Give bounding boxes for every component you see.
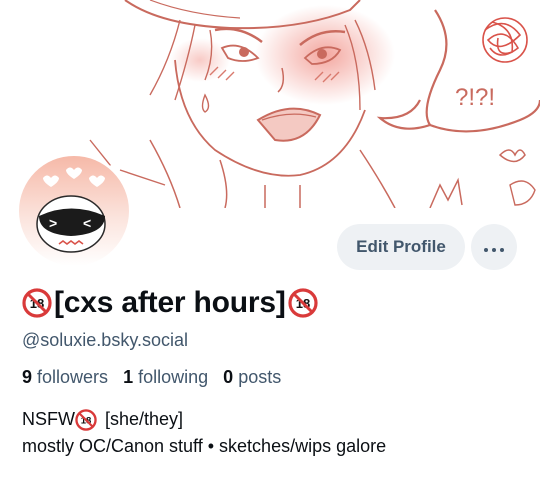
avatar[interactable]: > < [16, 153, 132, 269]
display-name: [cxs after hours] [54, 286, 286, 319]
avatar-image: > < [19, 156, 129, 266]
banner-doodle-text: ?!?! [455, 84, 495, 111]
svg-text:>: > [49, 215, 57, 231]
followers-label: followers [37, 367, 109, 387]
bio-line-2: mostly OC/Canon stuff • sketches/wips ga… [22, 436, 387, 456]
profile-stats: 9 followers 1 following 0 posts [22, 367, 291, 388]
bio-nsfw-text: NSFW [22, 409, 75, 429]
bio-pronouns: [she/they] [105, 409, 184, 429]
following-count: 1 [123, 367, 134, 387]
followers-stat[interactable]: 9 followers [22, 367, 108, 387]
no-under-18-icon: 18 [75, 408, 97, 431]
posts-label: posts [238, 367, 282, 387]
ellipsis-icon [482, 240, 506, 255]
display-name-row: 18 [cxs after hours] 18 [22, 286, 318, 320]
posts-count: 0 [223, 367, 234, 387]
no-under-18-icon: 18 [22, 288, 52, 318]
profile-bio: NSFW 18 [she/they] mostly OC/Canon stuff… [22, 406, 386, 460]
more-options-button[interactable] [471, 224, 517, 270]
no-under-18-icon: 18 [288, 288, 318, 318]
bio-line-1: NSFW 18 [she/they] [22, 406, 386, 433]
svg-text:<: < [83, 215, 91, 231]
profile-handle: @soluxie.bsky.social [22, 330, 188, 350]
following-stat[interactable]: 1 following [123, 367, 208, 387]
posts-stat: 0 posts [223, 367, 281, 387]
followers-count: 9 [22, 367, 33, 387]
edit-profile-button[interactable]: Edit Profile [337, 224, 465, 270]
following-label: following [138, 367, 209, 387]
